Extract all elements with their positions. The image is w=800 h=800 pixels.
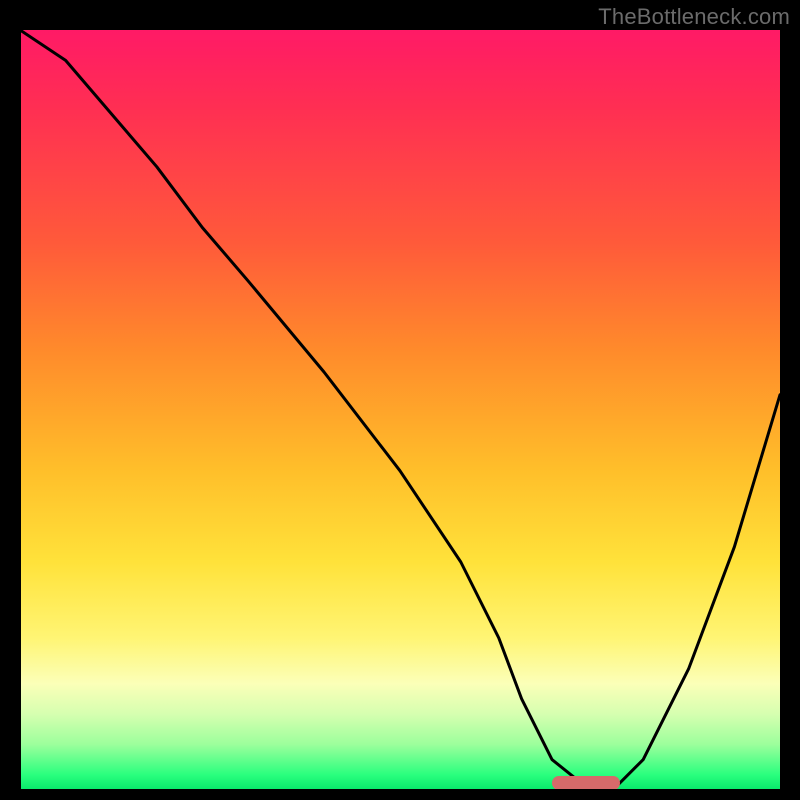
bottleneck-curve: [20, 30, 780, 790]
y-axis-line: [18, 30, 21, 792]
plot-area: [20, 30, 780, 790]
curve-svg: [20, 30, 780, 790]
chart-container: TheBottleneck.com: [0, 0, 800, 800]
x-axis-line: [20, 789, 780, 792]
watermark-text: TheBottleneck.com: [598, 4, 790, 30]
optimal-marker: [552, 776, 620, 790]
